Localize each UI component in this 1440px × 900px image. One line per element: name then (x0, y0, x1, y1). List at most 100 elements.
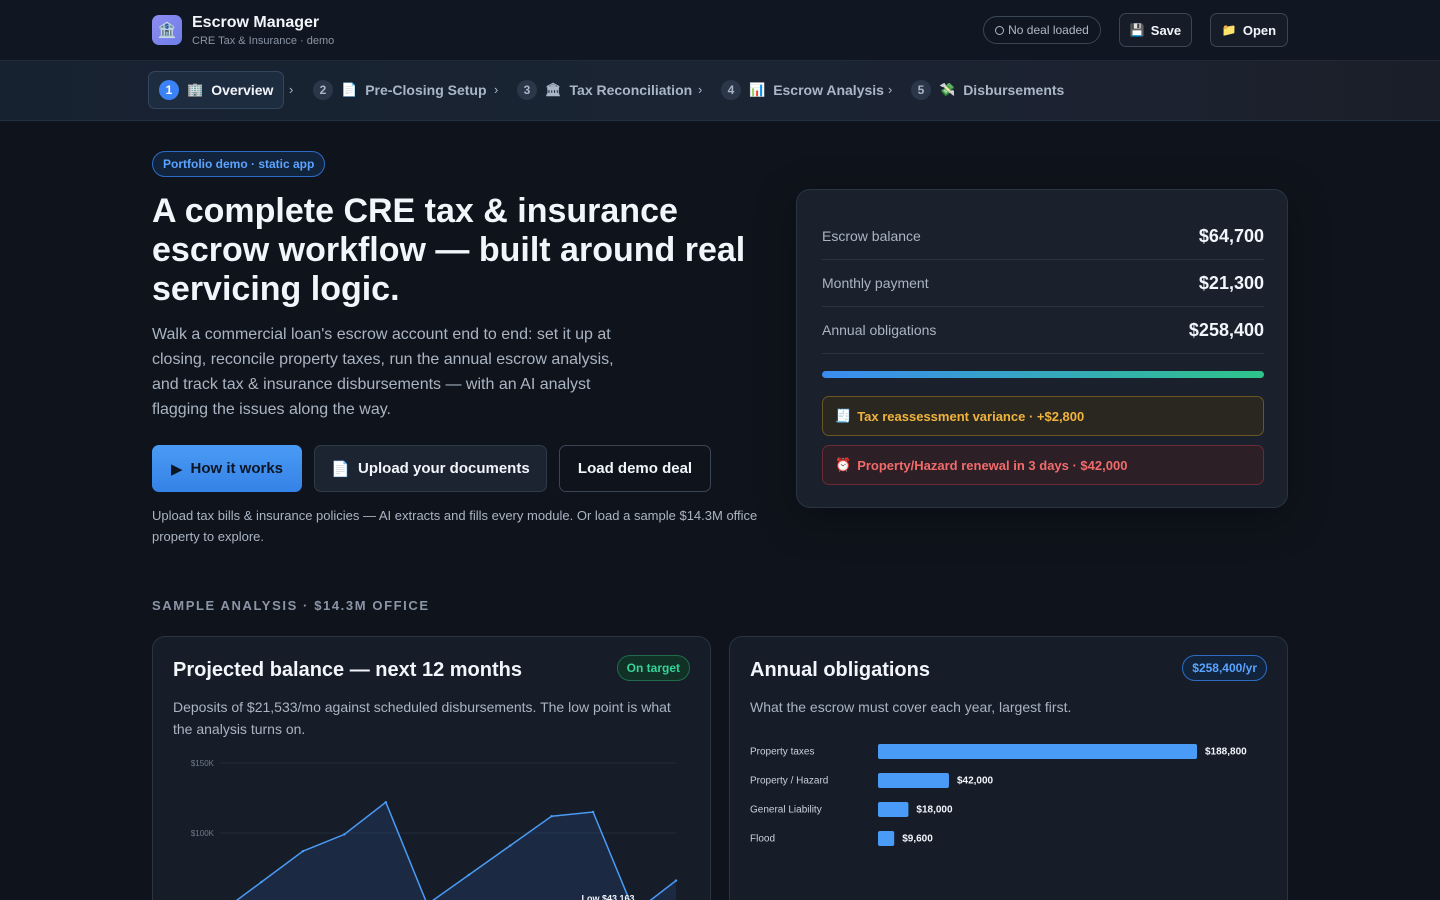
chevron-right-icon: › (698, 82, 703, 97)
bar-category-label: Property / Hazard (750, 776, 828, 787)
panel-description: Deposits of $21,533/mo against scheduled… (173, 699, 671, 737)
bar-value-label: $42,000 (957, 776, 994, 787)
step-number: 5 (911, 80, 931, 100)
summary-value: $21,300 (1198, 272, 1264, 293)
chevron-right-icon: › (494, 82, 499, 97)
chevron-right-icon: › (888, 82, 893, 97)
summary-label: Annual obligations (822, 322, 937, 338)
step-disbursements[interactable]: 5 💸 Disbursements (901, 71, 1074, 109)
section-label: SAMPLE ANALYSIS · $14.3M OFFICE (152, 598, 430, 613)
data-point (508, 844, 512, 847)
upload-documents-button[interactable]: 📄 Upload your documents (314, 445, 547, 492)
step-number: 1 (159, 80, 179, 100)
data-point (591, 810, 595, 814)
upload-documents-label: Upload your documents (358, 460, 530, 477)
step-label: Pre-Closing Setup (365, 82, 487, 98)
summary-row-monthly-payment: Monthly payment $21,300 (822, 260, 1264, 307)
step-overview[interactable]: 1 🏢 Overview (148, 71, 285, 109)
step-number: 4 (721, 80, 741, 100)
annual-obligations-chart: Property taxes $188,800 Property / Hazard $… (750, 744, 1247, 846)
projected-balance-panel: Projected balance — next 12 months On ta… (152, 636, 711, 900)
y-tick-label: $100K (191, 829, 215, 838)
obligation-bar (878, 831, 895, 846)
folder-icon: 📁 (1221, 23, 1237, 37)
summary-value: $258,400 (1188, 319, 1264, 340)
balance-area (237, 802, 676, 900)
step-label: Disbursements (963, 82, 1065, 98)
data-point (384, 801, 388, 804)
deal-status-badge: No deal loaded (983, 16, 1101, 44)
bar-category-label: Property taxes (750, 747, 814, 758)
step-label: Tax Reconciliation (569, 82, 693, 98)
bar-category-label: Flood (750, 834, 775, 845)
document-icon: 📄 (341, 82, 358, 97)
escrow-summary-card: Escrow balance $64,700 Monthly payment $… (796, 189, 1288, 508)
data-point (343, 833, 346, 836)
step-pre-closing-setup[interactable]: 2 📄 Pre-Closing Setup (303, 71, 497, 109)
obligation-bar (878, 773, 949, 788)
obligation-bar (878, 802, 909, 817)
hero-description: Walk a commercial loan's escrow account … (152, 326, 614, 418)
open-label: Open (1242, 22, 1277, 38)
projected-balance-chart: $150K$100K$50KRequired cushion $43,067Lo… (191, 759, 678, 900)
bar-chart-icon: 📊 (749, 82, 766, 97)
data-point (550, 815, 553, 818)
step-escrow-analysis[interactable]: 4 📊 Escrow Analysis (711, 71, 894, 109)
bar-value-label: $188,800 (1205, 747, 1247, 758)
data-point (467, 873, 470, 877)
government-building-icon: 🏛 (545, 82, 562, 97)
how-it-works-label: How it works (190, 460, 284, 477)
renewal-alert[interactable]: ⏰ Property/Hazard renewal in 3 days · $4… (822, 445, 1264, 485)
save-label: Save (1150, 22, 1182, 38)
data-point (260, 880, 263, 884)
step-number: 2 (313, 80, 333, 100)
data-point (674, 879, 678, 882)
panel-title: Projected balance — next 12 months (173, 659, 522, 681)
summary-label: Escrow balance (822, 228, 921, 244)
hero-note: Upload tax bills & insurance policies — … (152, 508, 758, 544)
bank-icon: 🏦 (152, 15, 182, 45)
summary-value: $64,700 (1198, 225, 1264, 246)
annual-obligations-panel: Annual obligations $258,400/yr What the … (729, 636, 1288, 900)
floppy-disk-icon: 💾 (1129, 23, 1145, 37)
alarm-clock-icon: ⏰ (835, 457, 852, 472)
summary-row-escrow-balance: Escrow balance $64,700 (822, 213, 1264, 260)
app-subtitle: CRE Tax & Insurance · demo (192, 35, 335, 47)
funding-progress-bar (822, 371, 1264, 378)
renewal-text: Property/Hazard renewal in 3 days · $42,… (857, 457, 1128, 473)
open-button[interactable]: 📁 Open (1210, 13, 1288, 47)
status-circle-icon (995, 25, 1005, 35)
portfolio-demo-badge: Portfolio demo · static app (152, 151, 326, 177)
data-point (301, 850, 305, 853)
panel-title: Annual obligations (750, 659, 930, 681)
money-with-wings-icon: 💸 (939, 82, 956, 97)
step-label: Overview (211, 82, 274, 98)
tax-bill-icon: 🧾 (835, 408, 852, 423)
summary-label: Monthly payment (822, 275, 929, 291)
low-point-label: Low $43,163 (582, 894, 635, 900)
app-title: Escrow Manager (192, 14, 320, 31)
step-label: Escrow Analysis (773, 82, 884, 98)
y-tick-label: $150K (191, 759, 215, 768)
office-building-icon: 🏢 (187, 82, 204, 97)
deal-status-text: No deal loaded (1008, 23, 1089, 37)
tax-variance-text: Tax reassessment variance · +$2,800 (857, 408, 1085, 424)
play-icon: ▶ (170, 460, 183, 478)
annual-total-badge: $258,400/yr (1182, 655, 1267, 681)
panel-description: What the escrow must cover each year, la… (750, 699, 1072, 715)
bar-value-label: $9,600 (902, 834, 933, 845)
how-it-works-button[interactable]: ▶ How it works (152, 445, 302, 492)
workflow-stepper: 1 🏢 Overview › 2 📄 Pre-Closing Setup › 3… (0, 61, 1440, 121)
obligation-bar (878, 744, 1197, 759)
top-bar: 🏦 Escrow Manager CRE Tax & Insurance · d… (0, 0, 1440, 61)
document-icon: 📄 (331, 460, 350, 478)
bar-value-label: $18,000 (916, 805, 953, 816)
bar-category-label: General Liability (750, 805, 822, 816)
step-tax-reconciliation[interactable]: 3 🏛 Tax Reconciliation (507, 71, 702, 109)
on-target-badge: On target (616, 655, 690, 681)
step-number: 3 (517, 80, 537, 100)
load-demo-deal-button[interactable]: Load demo deal (559, 445, 711, 492)
hero-title: A complete CRE tax & insurance escrow wo… (152, 192, 746, 308)
tax-variance-alert[interactable]: 🧾 Tax reassessment variance · +$2,800 (822, 396, 1264, 436)
save-button[interactable]: 💾 Save (1119, 13, 1192, 47)
